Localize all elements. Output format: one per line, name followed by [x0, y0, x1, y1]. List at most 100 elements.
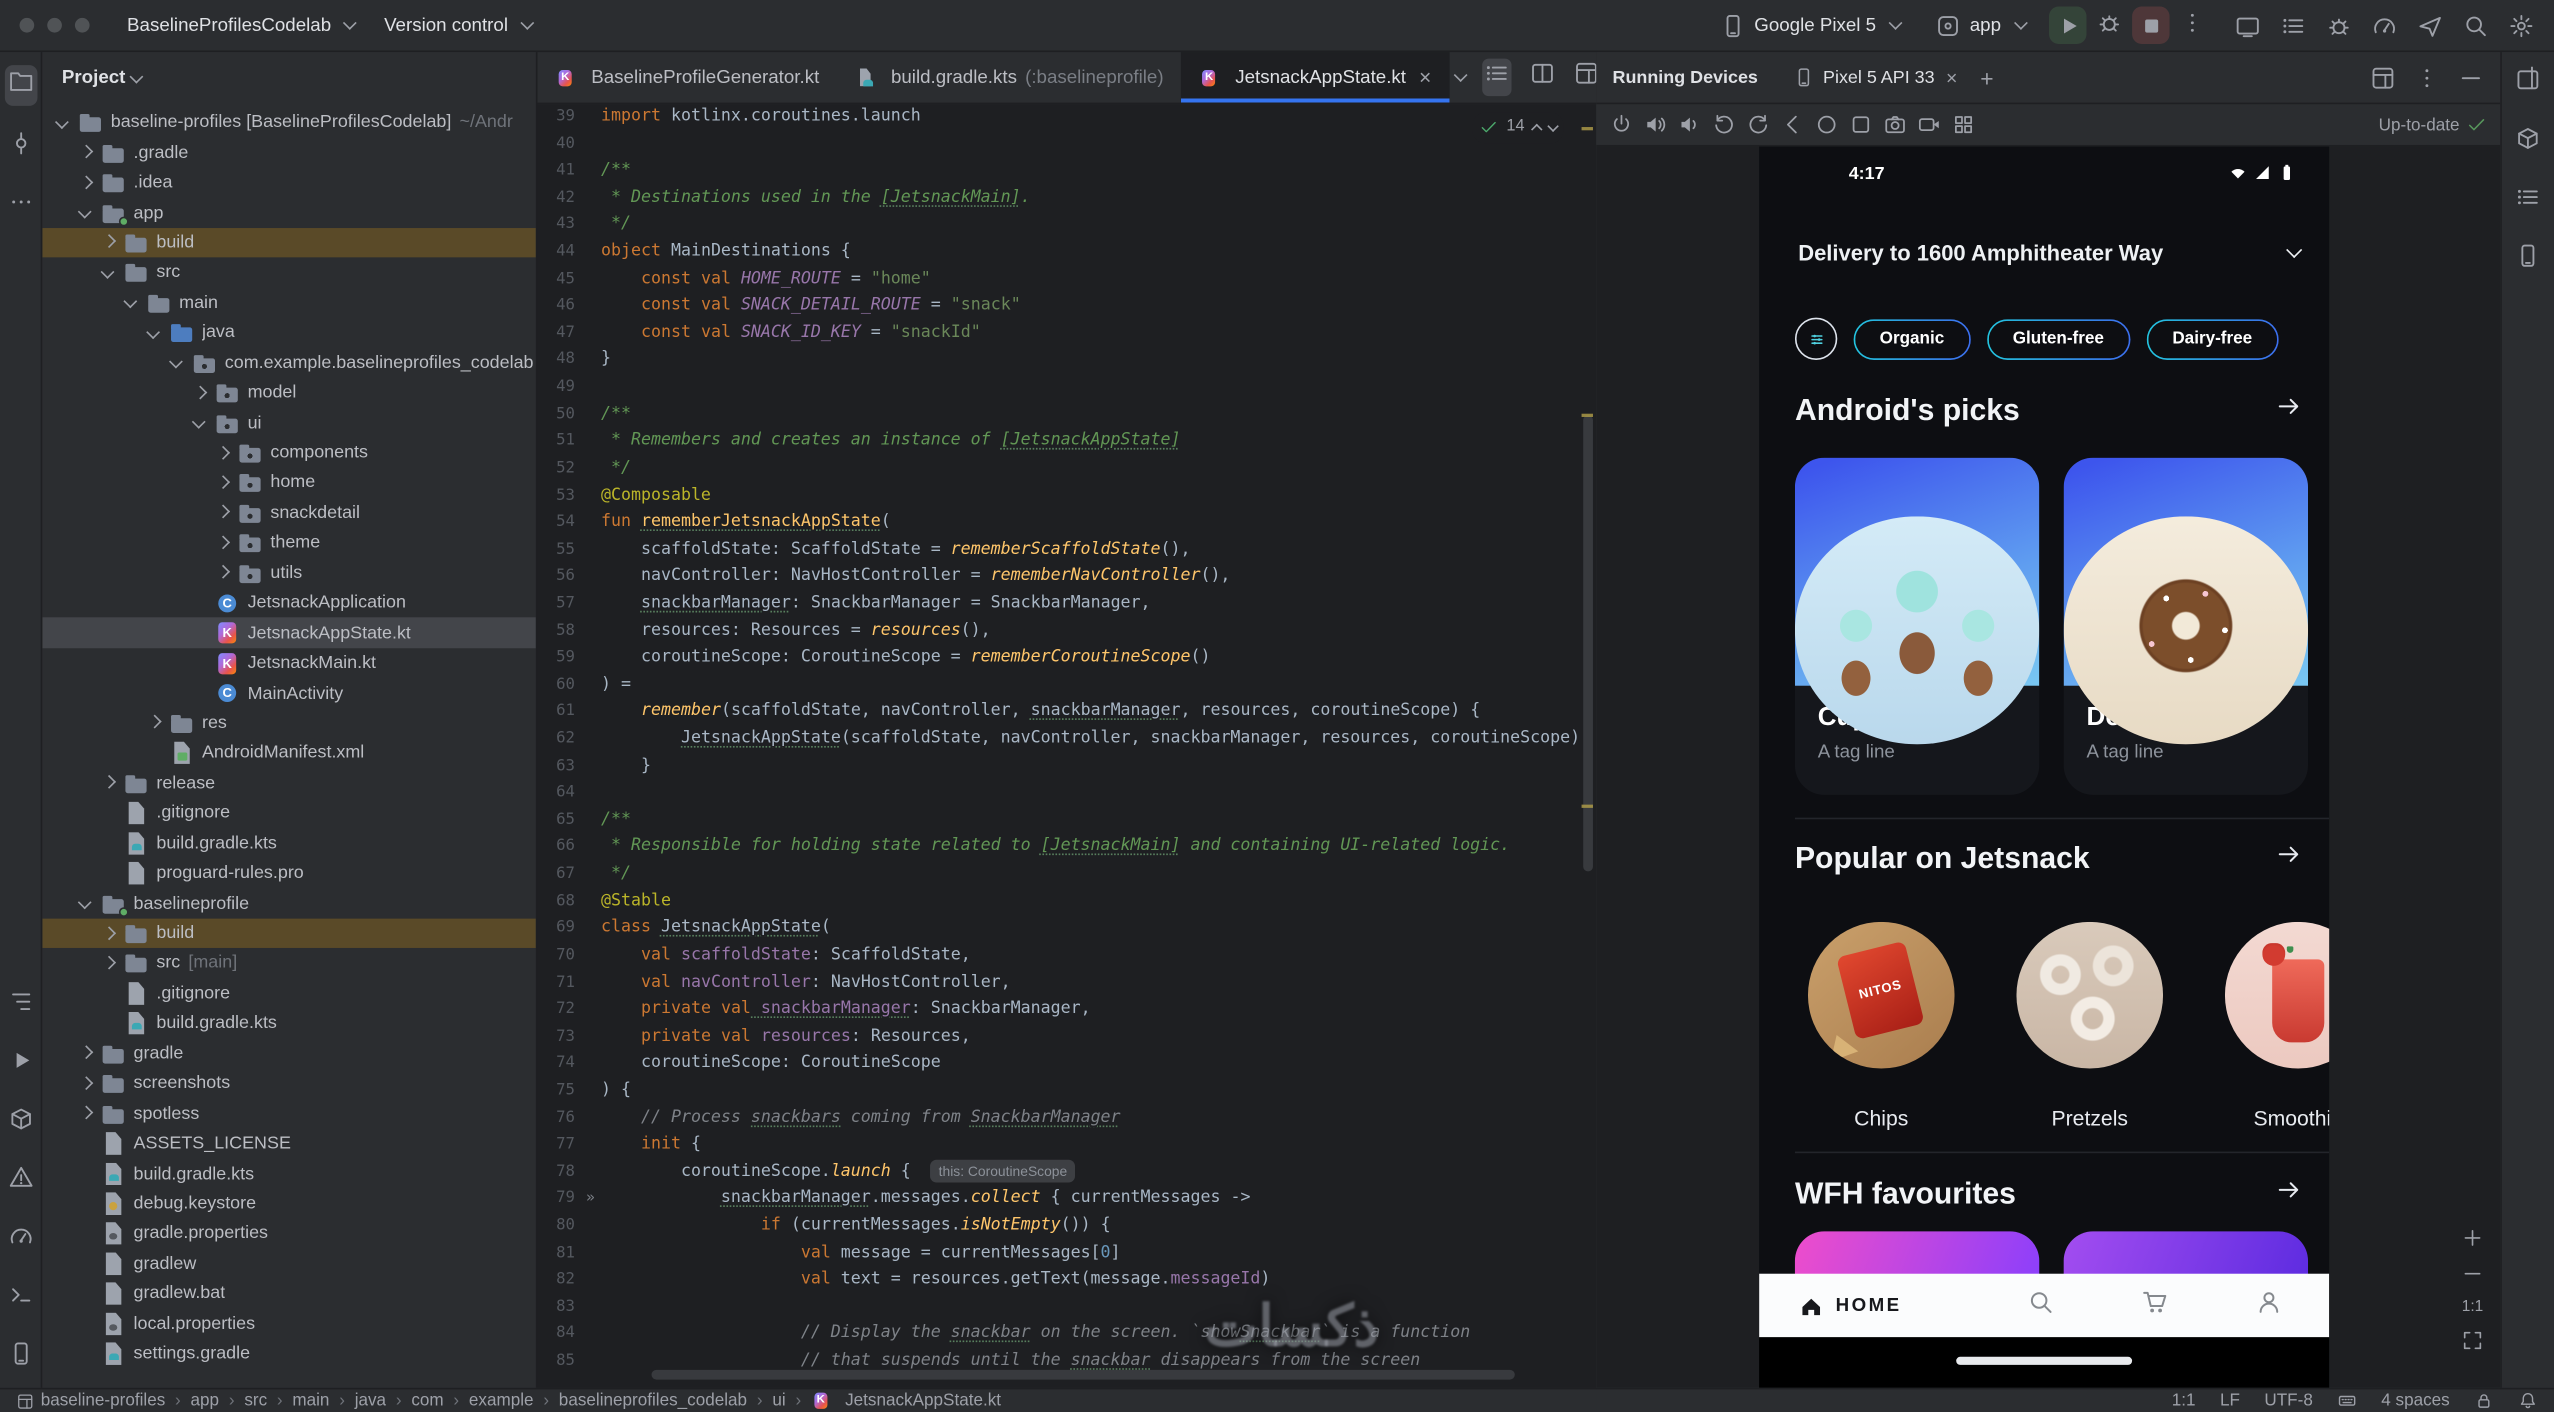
line-number[interactable]: 80 — [538, 1213, 580, 1240]
tree-item[interactable]: build.gradle.kts — [42, 828, 536, 858]
code-line[interactable]: 50 /** — [538, 402, 1597, 429]
tree-item[interactable]: theme — [42, 528, 536, 558]
tree-item[interactable]: model — [42, 378, 536, 408]
collapsed-chevron-icon[interactable] — [98, 232, 119, 253]
tree-item[interactable]: gradlew.bat — [42, 1279, 536, 1309]
collapsed-chevron-icon[interactable] — [75, 172, 96, 193]
lock-icon[interactable] — [2474, 1391, 2494, 1411]
tree-item[interactable]: src — [42, 258, 536, 288]
collapsed-chevron-icon[interactable] — [98, 773, 119, 794]
line-number[interactable]: 66 — [538, 835, 580, 862]
camera-icon[interactable] — [1883, 112, 1907, 136]
collapsed-chevron-icon[interactable] — [75, 1103, 96, 1124]
emulator-screen[interactable]: 4:17 Delivery to 1600 Amphitheater Way O… — [1759, 146, 2330, 1388]
tab-action-button[interactable] — [1530, 60, 1556, 94]
breadcrumb-item[interactable]: main — [292, 1391, 329, 1411]
status-project[interactable]: baseline-profiles — [16, 1391, 165, 1411]
send-icon[interactable] — [2417, 12, 2443, 38]
error-stripe-mark[interactable] — [1581, 413, 1593, 417]
magnify-icon[interactable] — [2463, 12, 2489, 38]
tree-item[interactable]: JetsnackApplication — [42, 588, 536, 618]
line-number[interactable]: 42 — [538, 185, 580, 212]
line-number[interactable]: 47 — [538, 321, 580, 348]
tree-item[interactable]: AndroidManifest.xml — [42, 738, 536, 768]
breadcrumb-file[interactable]: JetsnackAppState.kt — [811, 1391, 1001, 1411]
tool-stripe-button[interactable] — [2515, 243, 2541, 277]
code-line[interactable]: 84 // Display the snackbar on the screen… — [538, 1322, 1597, 1349]
editor-tab[interactable]: JetsnackAppState.kt × — [1181, 52, 1450, 103]
tool-stripe-button[interactable] — [7, 1282, 33, 1316]
line-number[interactable]: 71 — [538, 970, 580, 997]
tree-item[interactable]: proguard-rules.pro — [42, 858, 536, 888]
tree-item[interactable]: ASSETS_LICENSE — [42, 1129, 536, 1159]
tree-item[interactable]: snackdetail — [42, 498, 536, 528]
collapsed-chevron-icon[interactable] — [143, 713, 164, 734]
code-line[interactable]: 59 coroutineScope: CoroutineScope = reme… — [538, 645, 1597, 672]
code-line[interactable]: 79 » snackbarManager.messages.collect { c… — [538, 1186, 1597, 1213]
fit-icon[interactable] — [2461, 1329, 2484, 1352]
tree-item[interactable]: build.gradle.kts — [42, 1159, 536, 1189]
tool-stripe-button[interactable] — [7, 1165, 33, 1199]
tree-item[interactable]: .gitignore — [42, 978, 536, 1008]
bug-icon[interactable] — [2326, 12, 2352, 38]
tree-item[interactable]: build.gradle.kts — [42, 1008, 536, 1038]
expanded-chevron-icon[interactable] — [189, 412, 210, 433]
prev-problem-icon[interactable] — [1531, 124, 1543, 136]
code-line[interactable]: 65 /** — [538, 808, 1597, 835]
line-number[interactable]: 72 — [538, 997, 580, 1024]
debug-button[interactable] — [2096, 10, 2122, 41]
nav-profile[interactable] — [2255, 1288, 2283, 1324]
error-stripe-mark[interactable] — [1581, 804, 1593, 808]
collapsed-chevron-icon[interactable] — [75, 1073, 96, 1094]
line-number[interactable]: 52 — [538, 456, 580, 483]
line-number[interactable]: 83 — [538, 1295, 580, 1322]
collapsed-chevron-icon[interactable] — [75, 1043, 96, 1064]
circle-icon[interactable] — [1814, 112, 1838, 136]
tree-item[interactable]: baseline-profiles [BaselineProfilesCodel… — [42, 108, 536, 138]
kb-icon[interactable] — [2337, 1391, 2357, 1411]
arrow-right-icon[interactable] — [2275, 1176, 2303, 1212]
delivery-selector[interactable]: Delivery to 1600 Amphitheater Way — [1798, 241, 2303, 265]
tree-item[interactable]: com.example.baselineprofiles_codelab — [42, 348, 536, 378]
line-number[interactable]: 43 — [538, 212, 580, 239]
kebab-icon[interactable] — [2414, 64, 2440, 90]
line-number[interactable]: 73 — [538, 1024, 580, 1051]
editor-tab[interactable]: build.gradle.kts (:baselineprofile) — [837, 52, 1181, 102]
code-line[interactable]: 70 val scaffoldState: ScaffoldState, — [538, 943, 1597, 970]
close-icon[interactable]: × — [1419, 67, 1431, 88]
code-line[interactable]: 78 coroutineScope.launch { this: Corouti… — [538, 1159, 1597, 1186]
code-line[interactable]: 62 JetsnackAppState(scaffoldState, navCo… — [538, 726, 1597, 753]
line-number[interactable]: 39 — [538, 104, 580, 131]
line-number[interactable]: 77 — [538, 1132, 580, 1159]
tree-item[interactable]: settings.gradle — [42, 1339, 536, 1369]
snack-card[interactable]: DonutA tag line — [2063, 457, 2309, 795]
code-line[interactable]: 42 * Destinations used in the [JetsnackM… — [538, 185, 1597, 212]
filters-button[interactable] — [1794, 317, 1838, 360]
code-line[interactable]: 49 — [538, 375, 1597, 402]
code-line[interactable]: 68 @Stable — [538, 889, 1597, 916]
code-line[interactable]: 48} — [538, 348, 1597, 375]
list-icon[interactable] — [2280, 12, 2306, 38]
code-line[interactable]: 83 — [538, 1295, 1597, 1322]
code-line[interactable]: 45 const val HOME_ROUTE = "home" — [538, 267, 1597, 294]
tree-item[interactable]: gradle.properties — [42, 1219, 536, 1249]
expanded-chevron-icon[interactable] — [98, 262, 119, 283]
breadcrumb-item[interactable]: src — [244, 1391, 267, 1411]
tree-item[interactable]: JetsnackAppState.kt — [42, 618, 536, 649]
tool-stripe-button[interactable] — [4, 65, 37, 106]
breadcrumb-item[interactable]: baselineprofiles_codelab — [559, 1391, 747, 1411]
tool-stripe-button[interactable] — [7, 1106, 33, 1140]
line-number[interactable]: 68 — [538, 889, 580, 916]
stopi-icon[interactable] — [2138, 12, 2164, 38]
line-number[interactable]: 67 — [538, 862, 580, 889]
snack-item[interactable] — [2016, 921, 2164, 1069]
filter-chip[interactable]: Organic — [1854, 318, 1971, 359]
collapsed-chevron-icon[interactable] — [98, 923, 119, 944]
add-device-icon[interactable]: + — [1980, 64, 1993, 90]
tree-item[interactable]: src [main] — [42, 948, 536, 978]
tree-item[interactable]: home — [42, 468, 536, 498]
line-number[interactable]: 54 — [538, 510, 580, 537]
tree-item[interactable]: gradle — [42, 1038, 536, 1068]
line-number[interactable]: 49 — [538, 375, 580, 402]
error-stripe-mark[interactable] — [1581, 127, 1593, 131]
